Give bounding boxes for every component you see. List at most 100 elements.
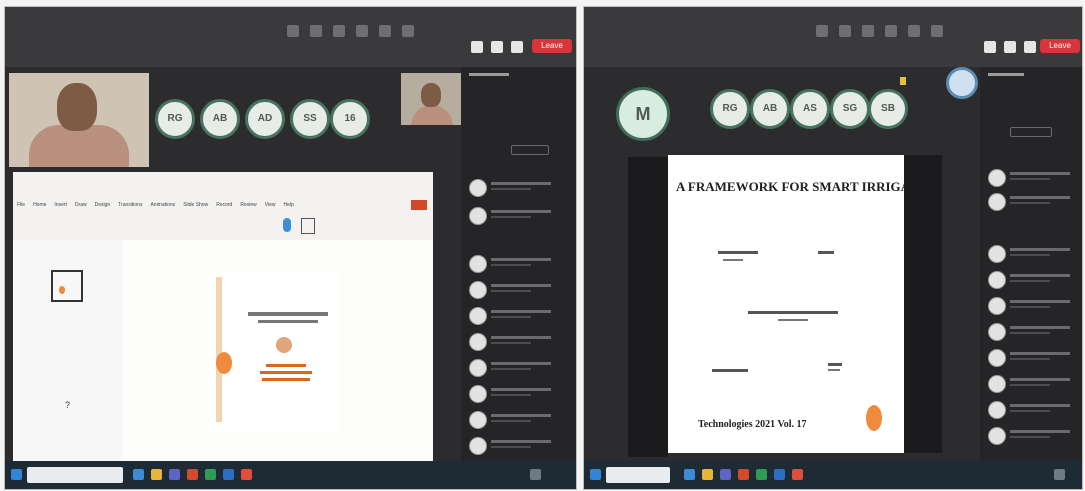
leave-button[interactable]: Leave (532, 39, 572, 53)
participant-row[interactable] (988, 347, 1082, 369)
menu-animations[interactable]: Animations (150, 202, 175, 208)
menu-file[interactable]: File (17, 202, 25, 208)
word-icon[interactable] (223, 469, 234, 480)
slide-canvas[interactable] (208, 272, 338, 432)
excel-icon[interactable] (756, 469, 767, 480)
taskbar-search-box[interactable] (606, 467, 670, 483)
edge-icon[interactable] (133, 469, 144, 480)
edge-icon[interactable] (684, 469, 695, 480)
participant-row[interactable] (988, 295, 1082, 317)
participant-avatar[interactable]: 16 (330, 99, 370, 139)
participant-row[interactable] (469, 177, 576, 199)
teams-icon[interactable] (720, 469, 731, 480)
word-icon[interactable] (774, 469, 785, 480)
participant-row[interactable] (988, 167, 1082, 189)
menu-view[interactable]: View (265, 202, 276, 208)
slide-text-line (258, 320, 318, 323)
participant-row[interactable] (988, 399, 1082, 421)
menu-insert[interactable]: Insert (54, 202, 67, 208)
participant-row[interactable] (988, 321, 1082, 343)
participant-row[interactable] (988, 269, 1082, 291)
menu-design[interactable]: Design (95, 202, 111, 208)
folder-icon[interactable] (702, 469, 713, 480)
panel-title (988, 73, 1024, 76)
menu-draw[interactable]: Draw (75, 202, 87, 208)
participant-row[interactable] (469, 409, 576, 431)
participant-row[interactable] (988, 373, 1082, 395)
powerpoint-icon[interactable] (187, 469, 198, 480)
camera-toggle-icon[interactable] (471, 41, 483, 53)
folder-icon[interactable] (151, 469, 162, 480)
participant-row[interactable] (988, 425, 1082, 447)
share-toggle-icon[interactable] (511, 41, 523, 53)
participant-avatar[interactable] (946, 67, 978, 99)
people-icon[interactable] (908, 25, 920, 37)
chrome-icon[interactable] (792, 469, 803, 480)
more-icon[interactable] (931, 25, 943, 37)
participant-avatar[interactable]: SG (830, 89, 870, 129)
participant-row[interactable] (988, 243, 1082, 265)
camera-toggle-icon[interactable] (984, 41, 996, 53)
participant-row[interactable] (988, 191, 1082, 213)
presenter-avatar[interactable]: M (616, 87, 670, 141)
participant-avatar[interactable]: AD (245, 99, 285, 139)
panel-button[interactable] (1010, 127, 1052, 137)
excel-icon[interactable] (205, 469, 216, 480)
participant-avatar[interactable]: RG (155, 99, 195, 139)
windows-icon[interactable] (11, 469, 22, 480)
slide-thumbnail[interactable] (51, 270, 83, 302)
participant-row[interactable] (469, 253, 576, 275)
people-icon[interactable] (379, 25, 391, 37)
participant-row[interactable] (469, 279, 576, 301)
participant-row[interactable] (469, 357, 576, 379)
leave-button[interactable]: Leave (1040, 39, 1080, 53)
participant-avatar[interactable]: AB (200, 99, 240, 139)
designer-icon[interactable] (301, 218, 315, 234)
slide-label (818, 251, 834, 254)
mic-icon[interactable] (310, 25, 322, 37)
panel-button[interactable] (511, 145, 549, 155)
participant-row[interactable] (469, 383, 576, 405)
menu-transitions[interactable]: Transitions (118, 202, 142, 208)
more-icon[interactable] (402, 25, 414, 37)
tray-icon[interactable] (530, 469, 541, 480)
chrome-icon[interactable] (241, 469, 252, 480)
mic-toggle-icon[interactable] (1004, 41, 1016, 53)
teams-icon[interactable] (169, 469, 180, 480)
speaker-icon[interactable] (283, 218, 291, 232)
menu-help[interactable]: Help (283, 202, 293, 208)
mic-icon[interactable] (839, 25, 851, 37)
share-toggle-icon[interactable] (1024, 41, 1036, 53)
slide-label (723, 259, 743, 261)
share-icon[interactable] (333, 25, 345, 37)
presenter-body (29, 125, 129, 167)
participant-row[interactable] (469, 331, 576, 353)
chat-icon[interactable] (885, 25, 897, 37)
powerpoint-icon[interactable] (738, 469, 749, 480)
participant-row[interactable] (469, 305, 576, 327)
mic-toggle-icon[interactable] (491, 41, 503, 53)
menu-record[interactable]: Record (216, 202, 232, 208)
tray-icon[interactable] (1054, 469, 1065, 480)
participant-avatar[interactable]: RG (710, 89, 750, 129)
participant-row[interactable] (469, 205, 576, 227)
participant-avatar[interactable]: SS (290, 99, 330, 139)
windows-icon[interactable] (590, 469, 601, 480)
menu-home[interactable]: Home (33, 202, 46, 208)
slide-label (748, 311, 838, 314)
share-icon[interactable] (862, 25, 874, 37)
windows-taskbar (5, 461, 576, 489)
menu-slideshow[interactable]: Slide Show (183, 202, 208, 208)
taskbar-search-box[interactable] (27, 467, 123, 483)
camera-icon[interactable] (287, 25, 299, 37)
chat-icon[interactable] (356, 25, 368, 37)
camera-icon[interactable] (816, 25, 828, 37)
participant-avatar[interactable]: SB (868, 89, 908, 129)
share-ppt-button[interactable] (411, 200, 427, 210)
slide-text-line (248, 312, 328, 316)
menu-review[interactable]: Review (240, 202, 256, 208)
participant-avatar[interactable]: AB (750, 89, 790, 129)
participant-row[interactable] (469, 435, 576, 457)
slide-thumbnails[interactable]: ? (13, 240, 123, 462)
participant-avatar[interactable]: AS (790, 89, 830, 129)
